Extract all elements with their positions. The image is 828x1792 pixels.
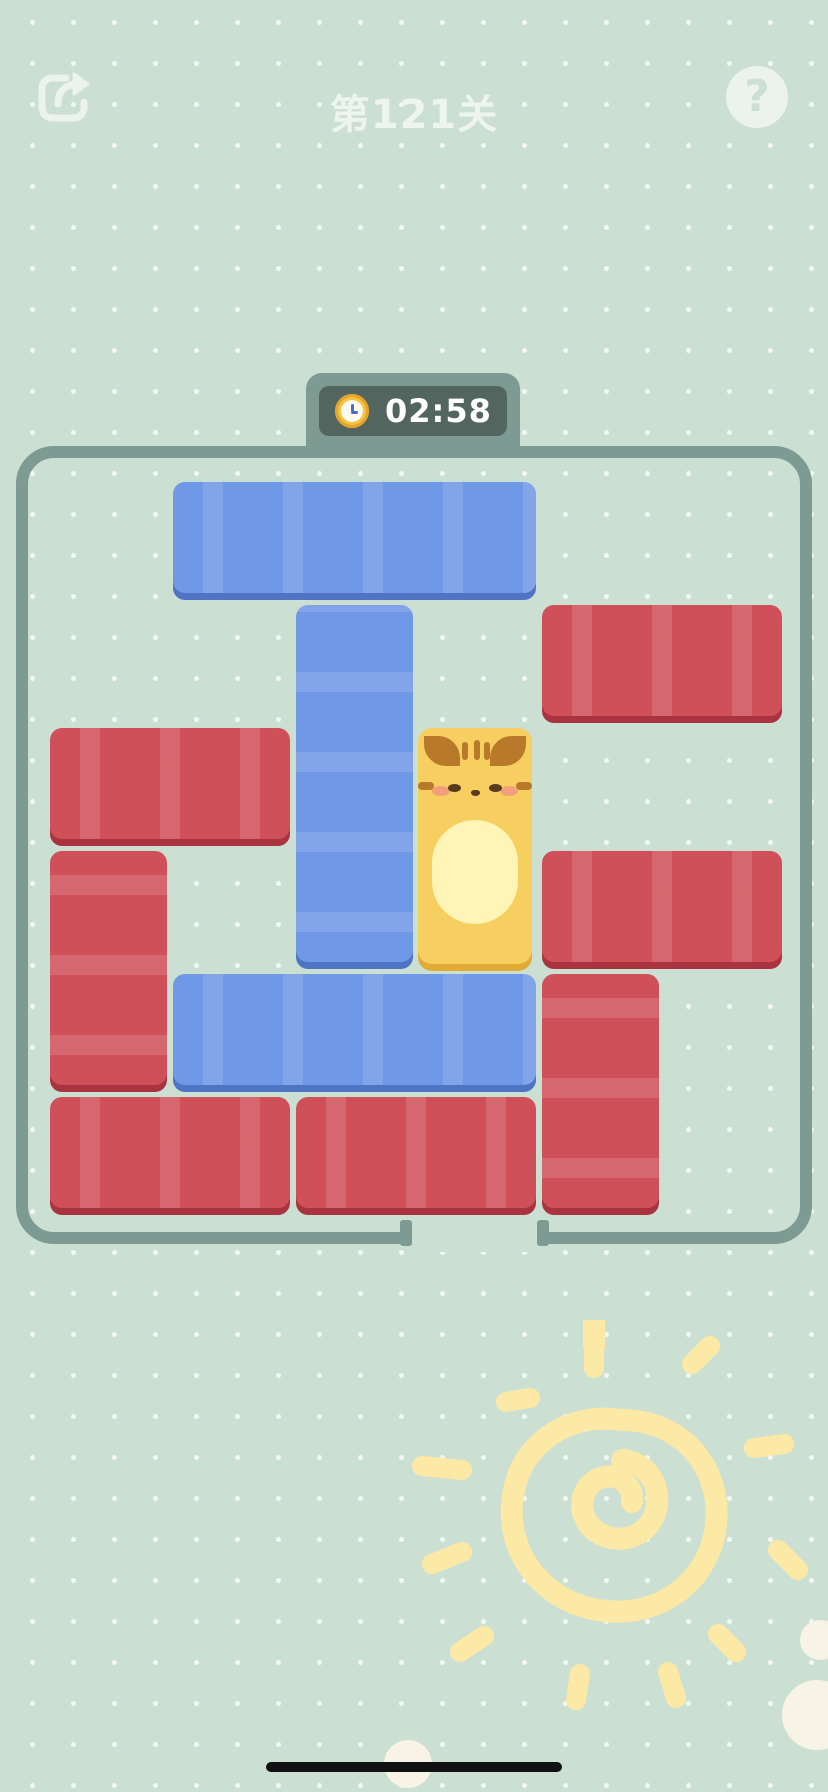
block-red-left-vertical[interactable] — [50, 851, 167, 1085]
cat-blush-right — [500, 786, 518, 796]
block-blue-vertical[interactable] — [296, 605, 413, 962]
cat-eye-left — [448, 784, 461, 792]
cat-ear-left — [424, 736, 460, 766]
block-texture — [542, 974, 659, 1208]
timer-display: 02:58 — [319, 386, 507, 436]
cat-stripe — [484, 742, 490, 760]
clock-hand-minute — [351, 411, 358, 414]
sun-decoration — [412, 1320, 808, 1710]
timer-panel: 02:58 — [306, 373, 520, 447]
exit-post-left — [400, 1220, 412, 1246]
block-texture — [173, 974, 536, 1085]
block-texture — [296, 605, 413, 962]
help-button[interactable]: ? — [726, 66, 792, 132]
clock-face — [341, 400, 363, 422]
cat-stripe — [462, 742, 468, 760]
cat-eye-right — [489, 784, 502, 792]
block-red-bottom-middle[interactable] — [296, 1097, 536, 1208]
block-texture — [542, 851, 782, 962]
block-blue-top[interactable] — [173, 482, 536, 593]
block-texture — [542, 605, 782, 716]
cat-nose — [471, 790, 480, 796]
block-red-top-right[interactable] — [542, 605, 782, 716]
top-bar: 第121关 ? — [0, 0, 828, 210]
cat-belly — [432, 820, 518, 924]
home-indicator[interactable] — [266, 1762, 562, 1772]
cat-stripe — [474, 740, 480, 760]
block-texture — [50, 728, 290, 839]
exit-post-right — [537, 1220, 549, 1246]
block-red-bottom-left[interactable] — [50, 1097, 290, 1208]
cat-stripe — [516, 782, 532, 790]
clock-icon — [335, 394, 369, 428]
board-exit — [408, 1226, 544, 1252]
cat-ear-right — [490, 736, 526, 766]
help-icon: ? — [726, 66, 788, 128]
block-texture — [173, 482, 536, 593]
block-red-right-vertical[interactable] — [542, 974, 659, 1208]
block-red-right-mid[interactable] — [542, 851, 782, 962]
block-texture — [50, 851, 167, 1085]
cat-block[interactable] — [418, 728, 532, 964]
timer-text: 02:58 — [385, 392, 492, 430]
block-blue-bottom[interactable] — [173, 974, 536, 1085]
block-texture — [50, 1097, 290, 1208]
level-title: 第121关 — [329, 92, 499, 138]
block-red-left-mid[interactable] — [50, 728, 290, 839]
block-texture — [296, 1097, 536, 1208]
